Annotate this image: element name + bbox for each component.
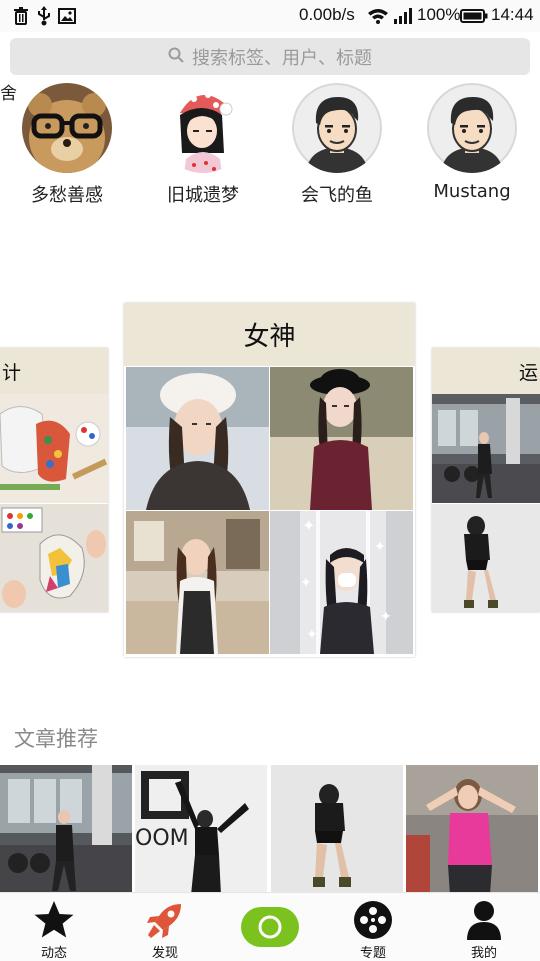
svg-text:✦: ✦ [300,575,312,591]
topic-card-design[interactable]: 计 [0,348,108,612]
user-item[interactable]: 旧城遗梦 [148,83,258,207]
girl-cafe-photo [126,511,269,654]
girl-mask-curtain-photo: ✦ ✦ ✦ ✦ ✦ [270,511,413,654]
svg-text:✦: ✦ [306,627,318,643]
rocket-icon [145,899,185,941]
tab-label: 我的 [470,946,497,961]
user-item[interactable]: 多愁善感 [12,83,122,207]
art-supplies-image [0,394,108,503]
cartoon-man-avatar [427,83,517,173]
tab-mine[interactable]: 我的 [430,893,538,961]
network-speed: 0.00b/s [299,5,355,24]
tab-topics[interactable]: 专题 [319,893,427,961]
teddy-bear-glasses-avatar [22,83,112,173]
user-icon [466,899,502,941]
svg-text:✦: ✦ [374,539,386,555]
user-name: 会飞的鱼 [301,185,373,206]
tab-label: 动态 [40,946,67,961]
bottom-tab-bar: 动态 发现 专题 我的 [0,892,540,961]
cartoon-girl-avatar [158,83,248,173]
wifi-icon [367,6,389,26]
article-thumbnail[interactable]: OOM [135,765,267,895]
user-name: 旧城遗梦 [167,185,239,206]
usb-icon [35,6,53,26]
article-thumbnail[interactable] [271,765,403,895]
cartoon-man-avatar [292,83,382,173]
search-placeholder: 搜索标签、用户、标题 [192,47,372,69]
tab-discover[interactable]: 发现 [111,893,219,961]
trash-icon [12,6,30,26]
tab-center-action[interactable] [216,893,324,961]
film-reel-icon [353,899,393,941]
watercolor-painting-image [0,504,108,612]
tab-dynamics[interactable]: 动态 [0,893,108,961]
article-thumbnail[interactable] [406,765,538,895]
user-name: 多愁善感 [31,185,103,206]
topic-card-title: 计 [0,348,108,394]
user-item[interactable]: Mustang [417,83,527,202]
girl-white-hat-photo [126,367,269,510]
star-icon [33,899,75,941]
search-input[interactable]: 搜索标签、用户、标题 [10,38,530,75]
svg-text:✦: ✦ [380,609,392,625]
user-name: Mustang [433,181,511,202]
tab-label: 发现 [151,946,178,961]
section-title-articles: 文章推荐 [14,727,98,751]
signal-icon [393,6,415,26]
user-item[interactable]: 会飞的鱼 [282,83,392,207]
svg-text:OOM: OOM [135,826,189,851]
topic-card-title: 运 [432,348,540,394]
topic-card-goddess[interactable]: 女神 ✦ ✦ ✦ ✦ ✦ [124,303,415,657]
girl-gym-pose-image [432,504,540,612]
topic-card-title: 女神 [124,303,415,366]
search-icon [168,47,184,67]
battery-icon [459,6,489,26]
battery-percent: 100% [417,5,461,24]
status-bar: 0.00b/s 100% 14:44 [0,0,540,32]
girl-black-hat-photo [270,367,413,510]
article-thumbnail[interactable] [0,765,132,895]
svg-text:✦: ✦ [302,516,315,535]
image-icon [57,6,77,26]
gym-workout-image [432,394,540,503]
topic-card-sports[interactable]: 运 [432,348,540,612]
tab-label: 专题 [359,946,386,961]
circle-button-icon [241,906,299,948]
clock: 14:44 [491,5,534,24]
